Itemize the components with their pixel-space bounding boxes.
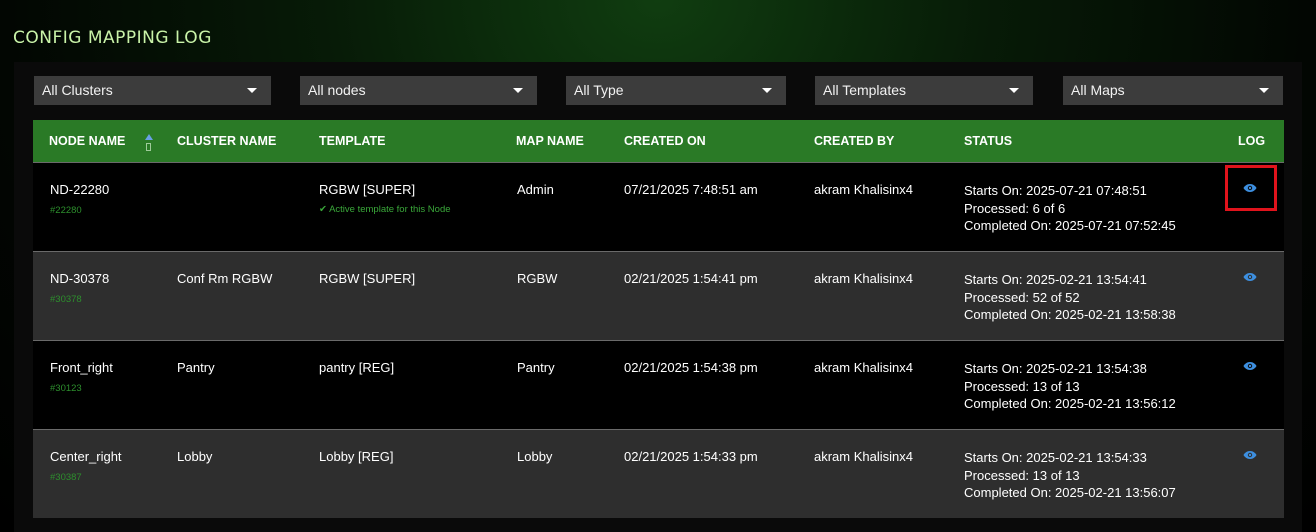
node-id: #30123: [50, 383, 82, 394]
column-header-created-by[interactable]: CREATED BY: [814, 134, 894, 148]
map-filter-label: All Maps: [1071, 82, 1125, 98]
node-name: Front_right: [50, 360, 113, 375]
node-filter-label: All nodes: [308, 82, 366, 98]
sort-asc-icon[interactable]: [145, 134, 153, 152]
column-header-map-name[interactable]: MAP NAME: [516, 134, 584, 148]
map-name: Pantry: [517, 360, 555, 375]
status-start: Starts On: 2025-02-21 13:54:38: [964, 361, 1147, 376]
table-header: NODE NAME CLUSTER NAME TEMPLATE MAP NAME…: [33, 120, 1284, 162]
status-completed: Completed On: 2025-02-21 13:56:12: [964, 396, 1176, 411]
sort-down-marker: [146, 143, 151, 151]
created-on: 02/21/2025 1:54:33 pm: [624, 449, 758, 464]
column-header-template[interactable]: TEMPLATE: [319, 134, 385, 148]
chevron-down-icon: [1009, 88, 1019, 93]
page-title: CONFIG MAPPING LOG: [13, 28, 212, 48]
sort-up-arrow: [145, 134, 153, 140]
filter-bar: All Clusters All nodes All Type All Temp…: [14, 62, 1302, 120]
type-filter-dropdown[interactable]: All Type: [566, 76, 786, 105]
status-completed: Completed On: 2025-02-21 13:58:38: [964, 307, 1176, 322]
eye-icon[interactable]: [1243, 361, 1257, 371]
node-name: ND-30378: [50, 271, 110, 286]
table-row: ND-22280 #22280 RGBW [SUPER] ✔ Active te…: [33, 162, 1284, 251]
eye-icon[interactable]: [1243, 272, 1257, 282]
column-header-status[interactable]: STATUS: [964, 134, 1012, 148]
eye-icon[interactable]: [1243, 450, 1257, 460]
cluster-name: Lobby: [177, 449, 213, 464]
template-name: RGBW [SUPER]: [319, 271, 416, 286]
status-block: Starts On: 2025-02-21 13:54:41 Processed…: [964, 271, 1176, 324]
cluster-filter-label: All Clusters: [42, 82, 113, 98]
created-on: 02/21/2025 1:54:38 pm: [624, 360, 758, 375]
column-header-created-on[interactable]: CREATED ON: [624, 134, 706, 148]
node-id: #30387: [50, 472, 82, 483]
created-by: akram Khalisinx4: [814, 182, 913, 197]
status-completed: Completed On: 2025-02-21 13:56:07: [964, 485, 1176, 500]
created-by: akram Khalisinx4: [814, 449, 913, 464]
active-template-note: ✔ Active template for this Node: [319, 204, 451, 215]
cluster-name: Pantry: [177, 360, 215, 375]
chevron-down-icon: [762, 88, 772, 93]
template-name: pantry [REG]: [319, 360, 395, 375]
chevron-down-icon: [1259, 88, 1269, 93]
template-filter-label: All Templates: [823, 82, 907, 98]
template-name: Lobby [REG]: [319, 449, 394, 464]
created-on: 02/21/2025 1:54:41 pm: [624, 271, 758, 286]
template-filter-dropdown[interactable]: All Templates: [815, 76, 1033, 105]
highlight-box: [1225, 165, 1277, 211]
table-row: Front_right #30123 Pantry pantry [REG] P…: [33, 340, 1284, 429]
type-filter-label: All Type: [574, 82, 624, 98]
map-name: Admin: [517, 182, 554, 197]
template-name: RGBW [SUPER]: [319, 182, 416, 197]
node-id: #30378: [50, 294, 82, 305]
status-processed: Processed: 52 of 52: [964, 289, 1080, 305]
chevron-down-icon: [513, 88, 523, 93]
created-by: akram Khalisinx4: [814, 271, 913, 286]
table-row: Center_right #30387 Lobby Lobby [REG] Lo…: [33, 429, 1284, 518]
status-block: Starts On: 2025-07-21 07:48:51 Processed…: [964, 182, 1176, 235]
node-name: Center_right: [50, 449, 122, 464]
status-start: Starts On: 2025-02-21 13:54:33: [964, 450, 1147, 465]
map-filter-dropdown[interactable]: All Maps: [1063, 76, 1283, 105]
status-processed: Processed: 13 of 13: [964, 378, 1080, 394]
status-start: Starts On: 2025-02-21 13:54:41: [964, 272, 1147, 287]
column-header-node-name[interactable]: NODE NAME: [49, 134, 125, 148]
column-header-log: LOG: [1238, 134, 1266, 148]
chevron-down-icon: [247, 88, 257, 93]
node-filter-dropdown[interactable]: All nodes: [300, 76, 537, 105]
status-processed: Processed: 13 of 13: [964, 467, 1080, 483]
node-name: ND-22280: [50, 182, 110, 197]
status-processed: Processed: 6 of 6: [964, 200, 1066, 216]
table-row: ND-30378 #30378 Conf Rm RGBW RGBW [SUPER…: [33, 251, 1284, 340]
map-name: Lobby: [517, 449, 553, 464]
status-block: Starts On: 2025-02-21 13:54:33 Processed…: [964, 449, 1176, 502]
column-header-cluster-name[interactable]: CLUSTER NAME: [177, 134, 276, 148]
status-start: Starts On: 2025-07-21 07:48:51: [964, 183, 1147, 198]
created-by: akram Khalisinx4: [814, 360, 913, 375]
map-name: RGBW: [517, 271, 558, 286]
node-id: #22280: [50, 205, 82, 216]
created-on: 07/21/2025 7:48:51 am: [624, 182, 758, 197]
cluster-name: Conf Rm RGBW: [177, 271, 273, 286]
cluster-filter-dropdown[interactable]: All Clusters: [34, 76, 271, 105]
config-log-panel: All Clusters All nodes All Type All Temp…: [14, 62, 1302, 532]
status-completed: Completed On: 2025-07-21 07:52:45: [964, 218, 1176, 233]
status-block: Starts On: 2025-02-21 13:54:38 Processed…: [964, 360, 1176, 413]
